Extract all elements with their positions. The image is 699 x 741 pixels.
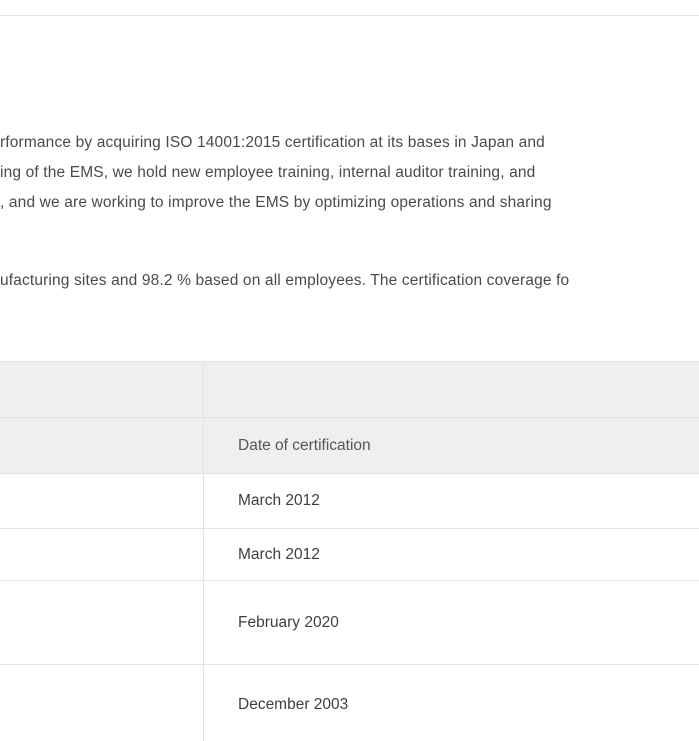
table-cell-left [0, 474, 204, 528]
header-cell-left [0, 418, 204, 473]
paragraph-line-4: ufacturing sites and 98.2 % based on all… [0, 272, 570, 289]
paragraph-line-2: ing of the EMS, we hold new employee tra… [0, 164, 536, 181]
table-row: March 2012 [0, 528, 699, 580]
certification-date: March 2012 [238, 545, 320, 563]
date-column-header: Date of certification [238, 436, 371, 454]
table-row: March 2012 [0, 473, 699, 528]
table-header-row: Date of certification [0, 417, 699, 473]
paragraph-line-1: rformance by acquiring ISO 14001:2015 ce… [0, 134, 545, 151]
table-cell-left [0, 665, 204, 741]
top-divider [0, 15, 699, 16]
certification-date: February 2020 [238, 613, 339, 631]
header-cell-right-top [205, 362, 699, 417]
paragraph-line-3: , and we are working to improve the EMS … [0, 194, 552, 211]
table-row: February 2020 [0, 580, 699, 664]
certification-date: December 2003 [238, 695, 349, 713]
header-cell-left [0, 362, 204, 417]
table-cell-left [0, 581, 204, 664]
certification-date: March 2012 [238, 492, 320, 509]
table-cell-left [0, 529, 204, 580]
table-header-row-top [0, 361, 699, 417]
table-row: December 2003 [0, 664, 699, 741]
